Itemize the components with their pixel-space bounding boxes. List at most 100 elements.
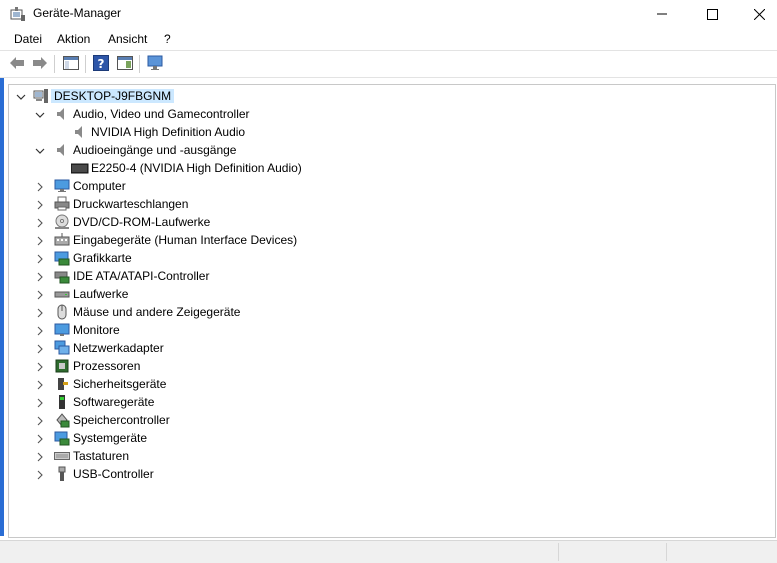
tree-group-software-devices[interactable]: Softwaregeräte <box>9 393 769 411</box>
security-icon <box>54 376 70 392</box>
action-pane-icon <box>117 55 133 73</box>
computer-root-icon <box>33 88 49 104</box>
tree-group-label: Eingabegeräte (Human Interface Devices) <box>73 233 298 247</box>
chevron-down-icon[interactable] <box>16 91 26 101</box>
processor-icon <box>54 358 70 374</box>
chevron-right-icon[interactable] <box>35 379 45 390</box>
toolbar-separator <box>54 55 55 73</box>
speaker-icon <box>54 142 70 158</box>
menu-ansicht[interactable]: Ansicht <box>108 32 147 46</box>
chevron-right-icon[interactable] <box>35 469 45 480</box>
monitor-scan-icon <box>147 55 165 74</box>
menu-aktion[interactable]: Aktion <box>57 32 90 46</box>
usb-icon <box>54 466 70 482</box>
tree-group-usb[interactable]: USB-Controller <box>9 465 769 483</box>
tree-group-label: Mäuse und andere Zeigegeräte <box>73 305 241 319</box>
tree-group-drives[interactable]: Laufwerke <box>9 285 769 303</box>
chevron-right-icon[interactable] <box>35 343 45 354</box>
help-button[interactable]: ? <box>91 54 111 74</box>
tree-group-network[interactable]: Netzwerkadapter <box>9 339 769 357</box>
window-title: Geräte-Manager <box>33 6 122 20</box>
tree-group-audio-io[interactable]: Audioeingänge und -ausgänge <box>9 141 769 159</box>
action-pane-button[interactable] <box>115 54 135 74</box>
tree-group-keyboards[interactable]: Tastaturen <box>9 447 769 465</box>
mouse-icon <box>54 304 70 320</box>
tree-group-label: Netzwerkadapter <box>73 341 164 355</box>
forward-button[interactable] <box>30 54 50 74</box>
chevron-right-icon[interactable] <box>35 289 45 300</box>
show-hide-console-tree-button[interactable] <box>61 54 81 74</box>
close-button[interactable] <box>736 0 777 28</box>
speaker-icon <box>72 124 88 140</box>
tree-device-label: E2250-4 (NVIDIA High Definition Audio) <box>91 161 302 175</box>
tree-group-label: Audio, Video und Gamecontroller <box>73 107 250 121</box>
tree-group-label: Audioeingänge und -ausgänge <box>73 143 237 157</box>
status-bar <box>0 540 777 563</box>
window-left-edge <box>0 0 4 536</box>
tree-group-dvd-cd[interactable]: DVD/CD-ROM-Laufwerke <box>9 213 769 231</box>
tree-group-label: Computer <box>73 179 126 193</box>
scan-hardware-button[interactable] <box>146 54 166 74</box>
hid-icon <box>54 232 70 248</box>
chevron-right-icon[interactable] <box>35 253 45 264</box>
tree-group-system-devices[interactable]: Systemgeräte <box>9 429 769 447</box>
chevron-down-icon[interactable] <box>35 109 45 119</box>
tree-device-nvidia-hd-audio[interactable]: NVIDIA High Definition Audio <box>9 123 769 141</box>
storage-controller-icon <box>54 412 70 428</box>
maximize-button[interactable] <box>689 0 735 28</box>
status-bar-separator <box>666 543 667 561</box>
chevron-right-icon[interactable] <box>35 361 45 372</box>
tree-group-label: Sicherheitsgeräte <box>73 377 167 391</box>
title-bar: Geräte-Manager <box>0 0 777 28</box>
tree-device-e2250[interactable]: E2250-4 (NVIDIA High Definition Audio) <box>9 159 769 177</box>
tree-group-label: DVD/CD-ROM-Laufwerke <box>73 215 211 229</box>
status-bar-separator <box>558 543 559 561</box>
tree-group-security[interactable]: Sicherheitsgeräte <box>9 375 769 393</box>
display-adapter-icon <box>54 250 70 266</box>
menu-datei[interactable]: Datei <box>14 32 42 46</box>
tree-group-hid[interactable]: Eingabegeräte (Human Interface Devices) <box>9 231 769 249</box>
system-device-icon <box>54 430 70 446</box>
disc-icon <box>54 214 70 230</box>
chevron-right-icon[interactable] <box>35 451 45 462</box>
tree-group-print-queues[interactable]: Druckwarteschlangen <box>9 195 769 213</box>
chevron-right-icon[interactable] <box>35 181 45 192</box>
back-button[interactable] <box>7 54 27 74</box>
chevron-right-icon[interactable] <box>35 397 45 408</box>
tree-group-label: Systemgeräte <box>73 431 148 445</box>
tree-group-computer[interactable]: Computer <box>9 177 769 195</box>
back-arrow-icon <box>9 56 25 73</box>
keyboard-icon <box>54 448 70 464</box>
tree-group-storage-controllers[interactable]: Speichercontroller <box>9 411 769 429</box>
chevron-right-icon[interactable] <box>35 415 45 426</box>
tree-group-mice[interactable]: Mäuse und andere Zeigegeräte <box>9 303 769 321</box>
chevron-right-icon[interactable] <box>35 271 45 282</box>
svg-text:?: ? <box>98 57 105 71</box>
chevron-right-icon[interactable] <box>35 325 45 336</box>
chevron-right-icon[interactable] <box>35 217 45 228</box>
chevron-right-icon[interactable] <box>35 307 45 318</box>
tree-root[interactable]: DESKTOP-J9FBGNM <box>9 87 769 105</box>
tree-group-label: Druckwarteschlangen <box>73 197 189 211</box>
tree-group-label: Softwaregeräte <box>73 395 155 409</box>
drive-icon <box>54 286 70 302</box>
tree-group-label: USB-Controller <box>73 467 154 481</box>
tree-device-label: NVIDIA High Definition Audio <box>91 125 246 139</box>
tree-group-audio-video[interactable]: Audio, Video und Gamecontroller <box>9 105 769 123</box>
chevron-down-icon[interactable] <box>35 145 45 155</box>
tree-group-ide[interactable]: IDE ATA/ATAPI-Controller <box>9 267 769 285</box>
menu-help[interactable]: ? <box>164 32 171 46</box>
tree-group-processors[interactable]: Prozessoren <box>9 357 769 375</box>
help-icon: ? <box>93 54 109 74</box>
tree-group-label: Grafikkarte <box>73 251 132 265</box>
network-icon <box>54 340 70 356</box>
chevron-right-icon[interactable] <box>35 235 45 246</box>
chevron-right-icon[interactable] <box>35 199 45 210</box>
monitor-speaker-icon <box>70 160 89 176</box>
minimize-button[interactable] <box>639 0 685 28</box>
monitor-icon <box>54 322 70 338</box>
toolbar-separator <box>85 55 86 73</box>
tree-group-graphics[interactable]: Grafikkarte <box>9 249 769 267</box>
tree-group-monitors[interactable]: Monitore <box>9 321 769 339</box>
chevron-right-icon[interactable] <box>35 433 45 444</box>
